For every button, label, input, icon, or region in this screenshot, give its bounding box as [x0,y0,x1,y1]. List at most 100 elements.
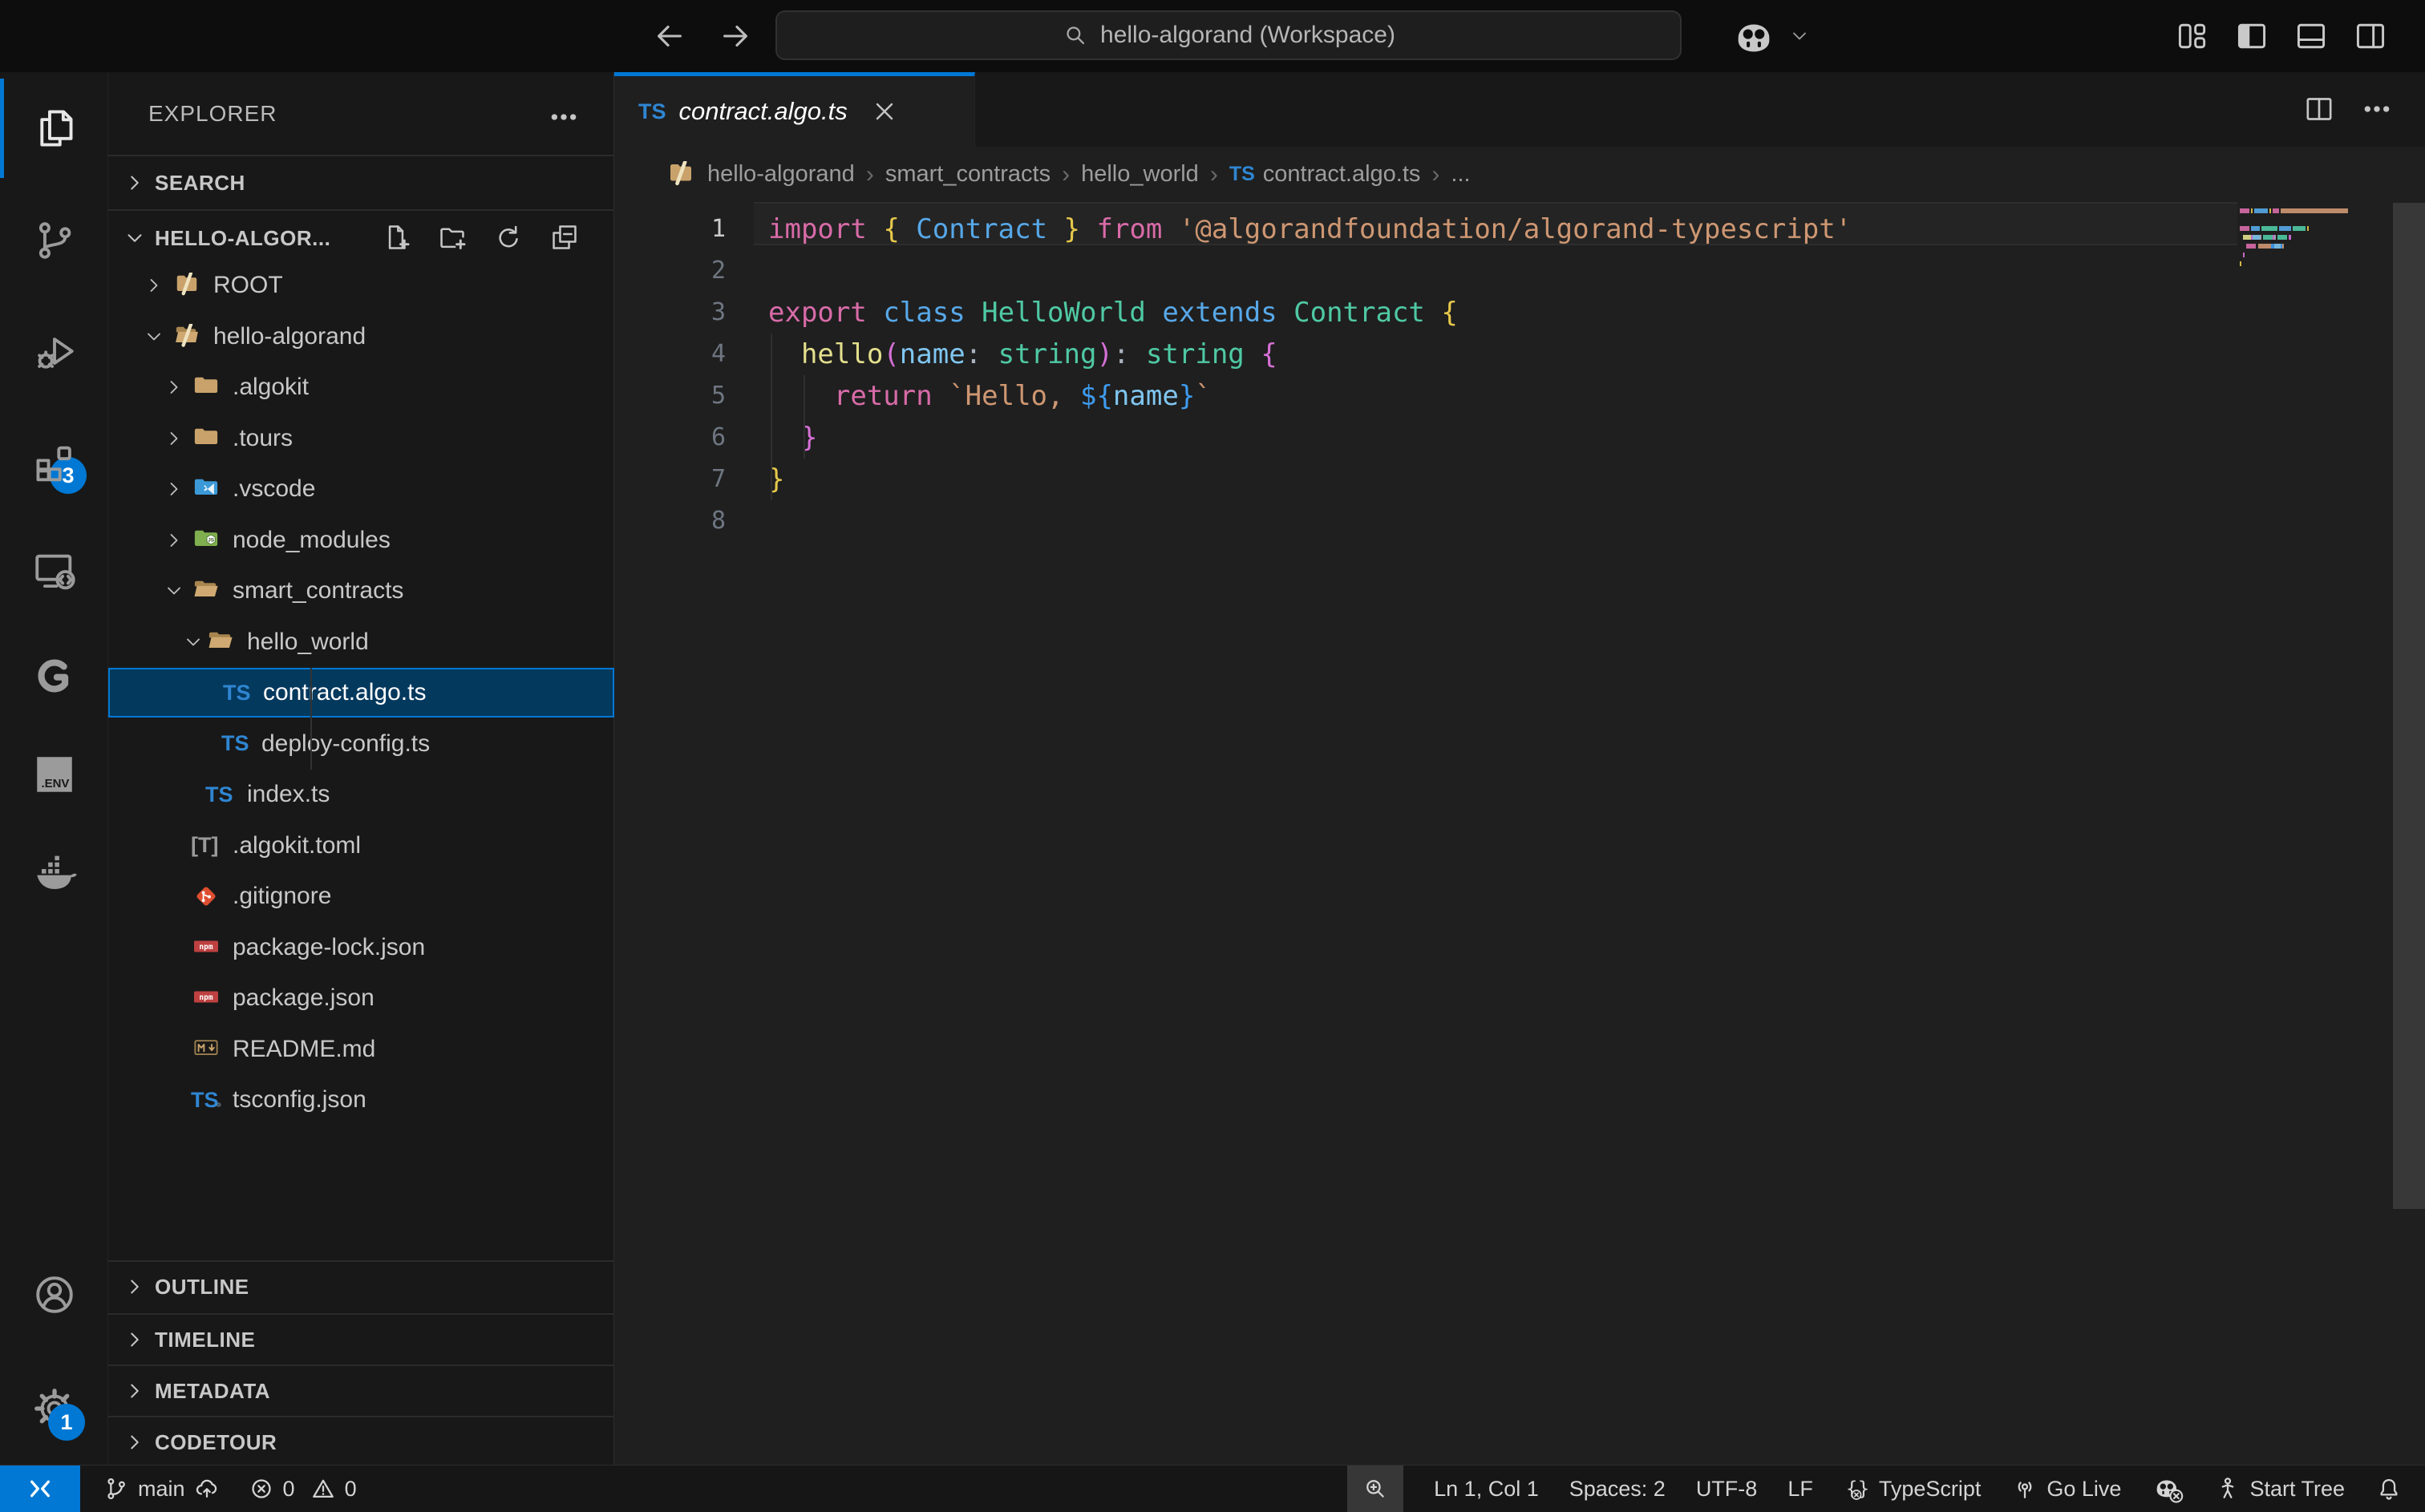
tree-item-index-ts[interactable]: TSindex.ts [108,770,614,819]
person-icon [2214,1475,2241,1502]
sidebar-section-metadata[interactable]: METADATA [108,1364,613,1416]
git-branch-icon [103,1475,130,1502]
activitybar-item-extensions[interactable] [0,414,108,513]
activitybar-item-docker[interactable] [0,823,108,922]
tab-contract-algo-ts[interactable]: TS contract.algo.ts [614,72,975,147]
docker-icon [31,849,78,895]
tree-item-smart-contracts[interactable]: smart_contracts [108,566,614,616]
breadcrumb-item[interactable]: ... [1451,161,1470,188]
go-live-button[interactable]: Go Live [2011,1466,2121,1512]
encoding-status[interactable]: UTF-8 [1696,1466,1758,1512]
language-label: TypeScript [1879,1477,1982,1502]
breadcrumb-item[interactable]: hello_world [1081,161,1199,188]
sidebar-section-timeline[interactable]: TIMELINE [108,1313,613,1364]
tree-item--tours[interactable]: .tours [108,414,614,463]
notifications-button[interactable] [2375,1466,2403,1512]
command-center-label: hello-algorand (Workspace) [1100,22,1395,49]
activitybar-item-run-debug[interactable] [0,303,108,402]
algokit-icon [31,653,78,699]
problems-status[interactable]: 0 0 [248,1466,357,1512]
tree-item-root[interactable]: ROOT [108,261,614,310]
folder-icon [191,426,221,451]
tree-item-tsconfig-json[interactable]: TStsconfig.json [108,1075,614,1125]
explorer-icon [31,105,78,152]
toggle-secondary-sidebar-icon[interactable] [2353,18,2388,54]
dotenv-icon: .ENV [31,751,78,798]
tab-label: contract.algo.ts [679,97,848,126]
editor-scrollbar[interactable] [2393,203,2425,1209]
remote-explorer-icon [31,548,78,595]
breadcrumb-item[interactable]: contract.algo.ts [1263,161,1421,188]
source-control-icon [31,217,78,264]
editor-more-actions-icon[interactable] [2361,93,2393,125]
tree-item-label: .algokit [233,374,309,401]
tree-item--gitignore[interactable]: .gitignore [108,871,614,921]
sidebar-section-codetour[interactable]: CODETOUR [108,1416,613,1467]
zoom-status[interactable] [1347,1466,1403,1512]
activitybar-item-remote-explorer[interactable] [0,522,108,621]
root-folder-open-icon [172,324,202,350]
code-line-5: return `Hello, ${name}` [768,375,1212,417]
forward-arrow-icon[interactable] [717,18,754,55]
code-editor[interactable]: 1import { Contract } from '@algorandfoun… [614,202,2425,1465]
tree-item-deploy-config-ts[interactable]: TSdeploy-config.ts [108,719,614,769]
eol-status[interactable]: LF [1787,1466,1813,1512]
tree-item-package-lock-json[interactable]: npmpackage-lock.json [108,923,614,972]
line-number: 6 [614,417,726,459]
line-number: 8 [614,500,726,542]
activitybar-item-algokit[interactable] [0,626,108,726]
tree-item-label: package.json [233,984,374,1012]
copilot-status[interactable] [2152,1466,2184,1512]
tree-item-hello-algorand[interactable]: hello-algorand [108,312,614,362]
breadcrumb-item[interactable]: hello-algorand [707,161,855,188]
typescript-file-icon: TS [1229,163,1255,186]
toggle-panel-icon[interactable] [2293,18,2329,54]
language-status[interactable]: {} TypeScript [1844,1466,1982,1512]
line-number: 3 [614,292,726,334]
command-center-search[interactable]: hello-algorand (Workspace) [775,10,1682,60]
breadcrumb-separator: › [1431,161,1439,188]
tree-item-node-modules[interactable]: JSnode_modules [108,515,614,565]
indent-guide [804,375,805,459]
copilot-icon [1731,13,1777,59]
customize-layout-icon[interactable] [2175,18,2210,54]
start-tree-button[interactable]: Start Tree [2214,1466,2345,1512]
sidebar-section-outline[interactable]: OUTLINE [108,1260,613,1312]
eol-label: LF [1787,1477,1813,1502]
tree-item--algokit-toml[interactable]: [T].algokit.toml [108,821,614,871]
cursor-position-status[interactable]: Ln 1, Col 1 [1434,1466,1539,1512]
activitybar-item-accounts[interactable] [0,1245,108,1344]
encoding-label: UTF-8 [1696,1477,1758,1502]
activitybar-item-dotenv[interactable]: .ENV [0,725,108,824]
tree-item--algokit[interactable]: .algokit [108,362,614,412]
copilot-menu-button[interactable] [1731,13,1811,59]
indentation-status[interactable]: Spaces: 2 [1569,1466,1666,1512]
breadcrumb-item[interactable]: smart_contracts [885,161,1051,188]
cursor-position-label: Ln 1, Col 1 [1434,1477,1539,1502]
toggle-sidebar-icon[interactable] [2234,18,2269,54]
tree-item-label: .algokit.toml [233,832,361,859]
tree-item-package-json[interactable]: npm package.json [108,973,614,1023]
tree-item-hello-world[interactable]: hello_world [108,617,614,667]
git-branch-status[interactable]: main [103,1466,221,1512]
root-folder-icon [172,273,202,298]
code-line-3: export class HelloWorld extends Contract… [768,292,1458,334]
line-number: 7 [614,459,726,500]
tree-item-contract-algo-ts[interactable]: TScontract.algo.ts [108,668,614,718]
npm-icon: npm [191,985,221,1011]
tree-item-label: hello-algorand [213,323,366,350]
tree-item-label: node_modules [233,527,391,554]
tree-item-readme-md[interactable]: README.md [108,1025,614,1074]
git-icon [191,883,221,909]
activitybar-item-source-control[interactable] [0,191,108,290]
close-tab-icon[interactable] [870,97,899,126]
back-arrow-icon[interactable] [651,18,688,55]
tree-item-label: tsconfig.json [233,1086,366,1114]
activitybar-item-explorer[interactable] [0,79,108,178]
extensions-icon [31,440,78,487]
tree-item-label: ROOT [213,272,283,299]
tree-item--vscode[interactable]: .vscode [108,464,614,514]
split-editor-icon[interactable] [2303,93,2335,125]
remote-indicator[interactable] [0,1466,80,1512]
broadcast-icon [2011,1475,2038,1502]
